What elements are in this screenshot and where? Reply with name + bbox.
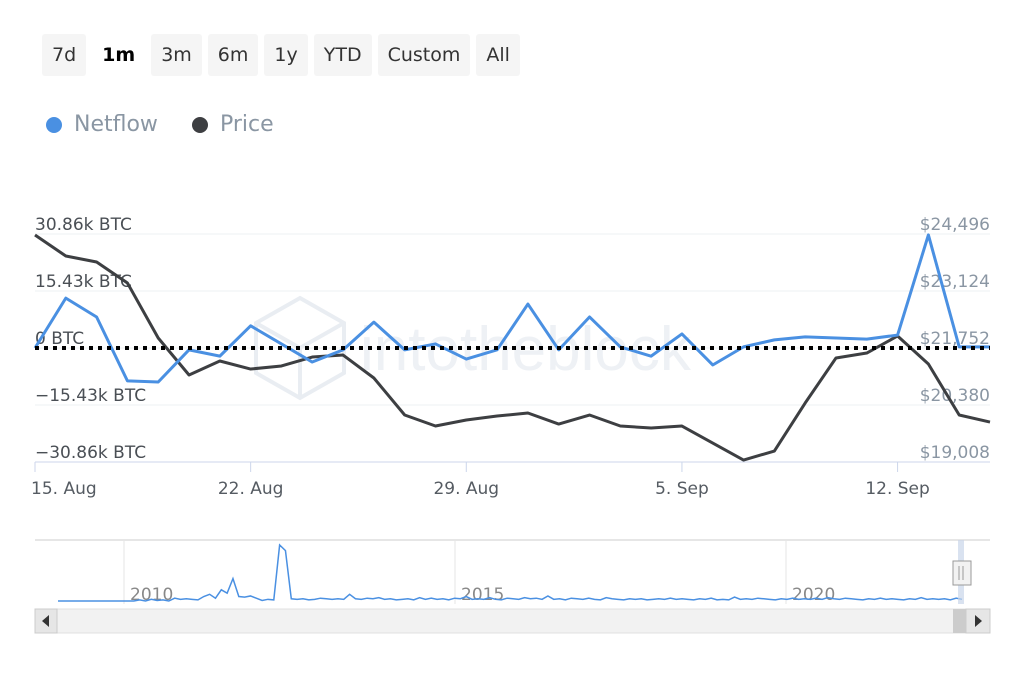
left-axis-label: −30.86k BTC [35,443,146,463]
x-tick-label: 15. Aug [31,479,97,499]
right-axis-label: $24,496 [920,215,990,235]
scrollbar-track[interactable] [34,608,991,634]
scrollbar-thumb[interactable] [953,609,966,633]
x-tick-label: 29. Aug [433,479,499,499]
left-axis-label: 0 BTC [35,329,84,349]
x-tick-label: 12. Sep [865,479,929,499]
navigator: 2010 2015 2020 [34,539,991,634]
navigator-handle-box [952,560,972,586]
right-axis-label: $23,124 [920,272,990,292]
left-axis-label: −15.43k BTC [35,386,146,406]
right-axis-label: $19,008 [920,443,990,463]
scrollbar-right-button[interactable] [965,608,991,634]
navigator-year-label: 2015 [461,585,504,605]
x-axis: 15. Aug 22. Aug 29. Aug 5. Sep 12. Sep [31,461,990,499]
x-tick-label: 5. Sep [655,479,709,499]
right-axis: $24,496$23,124$21,752$20,380$19,008 [920,215,990,463]
left-axis-label: 30.86k BTC [35,215,132,235]
right-axis-label: $20,380 [920,386,990,406]
left-axis: 30.86k BTC15.43k BTC0 BTC−15.43k BTC−30.… [35,215,146,463]
navigator-year-label: 2020 [792,585,835,605]
chart-svg: intotheblock 30.86k BTC15.43k BTC0 BTC−1… [31,215,991,634]
series-group [33,233,991,462]
navigator-handle-icon[interactable] [952,560,972,586]
scrollbar-left-button[interactable] [34,608,58,634]
navigator-year-label: 2010 [130,585,173,605]
x-tick-label: 22. Aug [218,479,284,499]
